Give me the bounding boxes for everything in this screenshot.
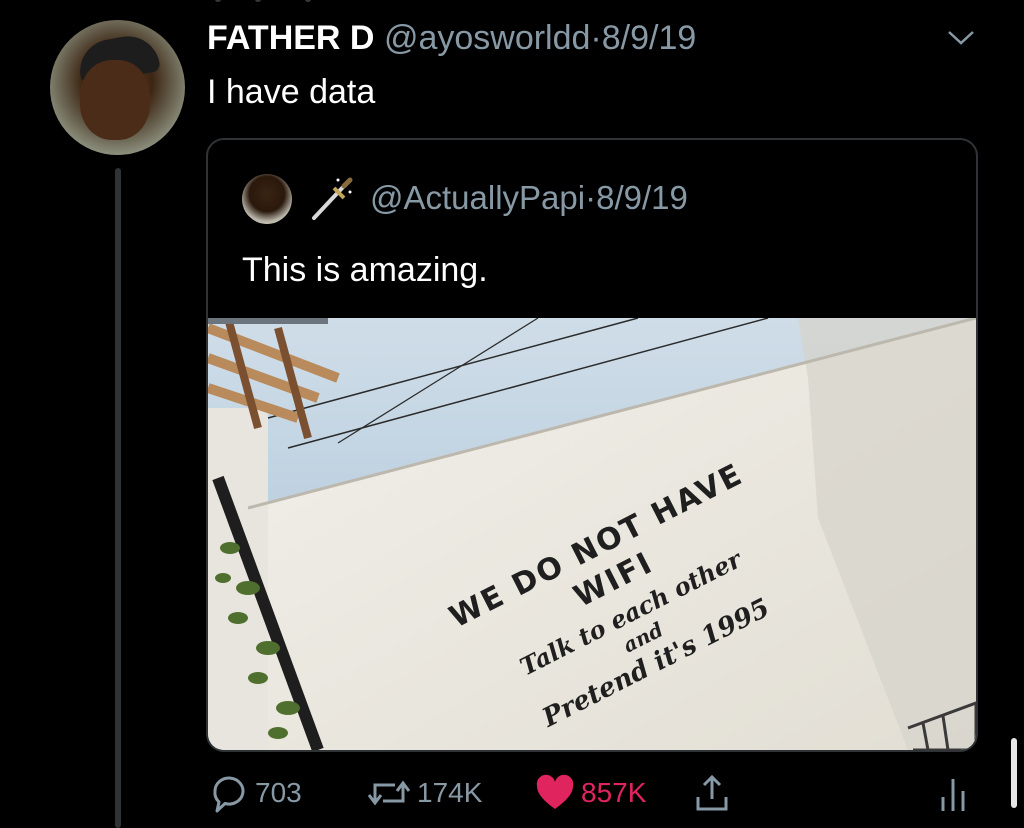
- author-avatar[interactable]: [50, 20, 185, 155]
- quoted-text: This is amazing.: [242, 251, 488, 289]
- retweet-button[interactable]: 174K: [365, 768, 482, 818]
- retweet-count: 174K: [417, 777, 483, 808]
- reply-icon: [207, 771, 251, 815]
- author-name[interactable]: FATHER D: [207, 19, 374, 57]
- heart-icon: [533, 771, 577, 815]
- retweet-icon: [365, 771, 413, 815]
- dagger-icon: [304, 174, 354, 224]
- reply-button[interactable]: 703: [207, 768, 302, 818]
- tweet-actions: 703 174K 857K: [0, 768, 1024, 818]
- analytics-icon: [935, 771, 971, 815]
- analytics-button[interactable]: [935, 768, 971, 818]
- previous-tweet-remnant: [215, 0, 335, 6]
- quoted-handle-date[interactable]: @ActuallyPapi·8/9/19: [370, 178, 688, 218]
- quoted-photo[interactable]: WE DO NOT HAVE WIFI Talk to each other a…: [208, 316, 976, 750]
- like-count: 857K: [581, 777, 647, 808]
- quoted-tweet[interactable]: @ActuallyPapi·8/9/19 This is amazing. WE…: [206, 138, 978, 752]
- quoted-author-avatar: [242, 174, 292, 224]
- chevron-down-icon[interactable]: [946, 28, 976, 48]
- scrollbar-thumb[interactable]: [1011, 738, 1017, 808]
- tweet-text: I have data: [207, 73, 376, 111]
- author-handle-date[interactable]: @ayosworldd·8/9/19: [384, 19, 696, 57]
- reply-count: 703: [255, 777, 302, 808]
- share-icon: [690, 771, 734, 815]
- thread-line: [115, 168, 121, 828]
- share-button[interactable]: [690, 768, 734, 818]
- like-button[interactable]: 857K: [533, 768, 646, 818]
- tweet-header: FATHER D @ayosworldd·8/9/19: [207, 18, 696, 58]
